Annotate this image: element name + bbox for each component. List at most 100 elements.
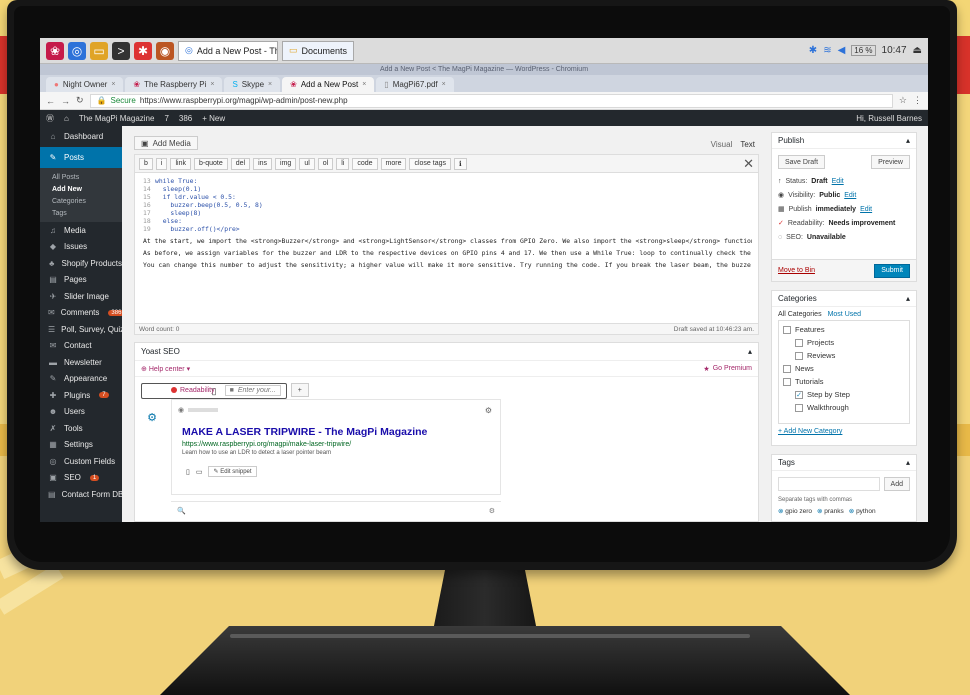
category-item[interactable]: ✓ Step by Step: [783, 388, 905, 401]
yoast-header[interactable]: Yoast SEO ▴: [135, 343, 758, 361]
browser-launcher-icon[interactable]: ◎: [68, 41, 86, 60]
menu-icon[interactable]: ⋮: [913, 95, 922, 106]
text-editor[interactable]: b i link b-quote del ins img ul ol li code more clos…: [134, 154, 759, 324]
sidebar-item-newsletter[interactable]: ▬ Newsletter: [40, 354, 122, 371]
account-greeting[interactable]: Hi, Russell Barnes: [856, 114, 922, 123]
close-icon[interactable]: ✕: [743, 156, 754, 172]
updates-count[interactable]: 7: [164, 114, 168, 123]
quicktag-button[interactable]: ins: [253, 157, 273, 170]
browser-tab-active[interactable]: ❀ Add a New Post ×: [282, 77, 375, 92]
collapse-icon[interactable]: ▴: [906, 136, 910, 145]
tab-readability[interactable]: Readability: [171, 387, 215, 394]
taskbar-task-browser[interactable]: ◎ Add a New Post - Th...: [178, 40, 278, 61]
edit-link[interactable]: Edit: [832, 178, 844, 185]
sidebar-item-slider-image[interactable]: ✈ Slider Image: [40, 288, 122, 305]
category-item[interactable]: Tutorials: [783, 375, 905, 388]
gear-icon[interactable]: ⚙: [144, 409, 160, 425]
tags-header[interactable]: Tags ▴: [772, 455, 916, 471]
sidebar-item-shopify-products[interactable]: ♣ Shopify Products: [40, 255, 122, 272]
new-content-button[interactable]: + New: [202, 114, 225, 123]
tab-visual[interactable]: Visual: [711, 140, 733, 149]
quicktag-button[interactable]: link: [170, 157, 191, 170]
sidebar-item-contact-form-db[interactable]: ▤ Contact Form DB: [40, 486, 122, 503]
add-tag-button[interactable]: Add: [883, 477, 910, 491]
browser-tab[interactable]: ❀ The Raspberry Pi ×: [125, 77, 223, 92]
sidebar-item-posts[interactable]: ✎ Posts: [40, 147, 122, 168]
publish-header[interactable]: Publish ▴: [772, 133, 916, 149]
sidebar-item-plugins[interactable]: ✚ Plugins 7: [40, 387, 122, 404]
quicktag-button[interactable]: code: [352, 157, 378, 170]
categories-header[interactable]: Categories ▴: [772, 291, 916, 307]
sidebar-item-dashboard[interactable]: ⌂ Dashboard: [40, 126, 122, 147]
submenu-add-new[interactable]: Add New: [40, 183, 122, 195]
category-item[interactable]: Projects: [783, 336, 905, 349]
quicktag-button[interactable]: more: [380, 157, 407, 170]
edit-link[interactable]: Edit: [844, 192, 856, 199]
editor-content[interactable]: 13 while True: 14 sleep(0.1) 15 if ldr.valu…: [135, 173, 758, 269]
help-center-button[interactable]: ⊕ Help center ▾: [141, 365, 190, 373]
go-premium-link[interactable]: ★ Go Premium: [703, 365, 752, 373]
close-icon[interactable]: ×: [210, 81, 214, 88]
submit-button[interactable]: Submit: [874, 263, 910, 278]
add-new-category-link[interactable]: + Add New Category: [772, 424, 916, 439]
volume-icon[interactable]: ◀: [838, 45, 846, 56]
sidebar-item-contact[interactable]: ✉ Contact: [40, 338, 122, 355]
wolfram-icon[interactable]: ✱: [134, 41, 152, 60]
close-icon[interactable]: ×: [362, 81, 366, 88]
collapse-icon[interactable]: ▴: [748, 347, 752, 356]
checkbox[interactable]: [795, 338, 803, 347]
quicktag-button[interactable]: img: [275, 157, 297, 170]
close-icon[interactable]: ×: [442, 81, 446, 88]
address-bar[interactable]: 🔒 Secure https://www.raspberrypi.org/mag…: [89, 93, 893, 108]
quicktag-button[interactable]: i: [155, 157, 168, 170]
sidebar-item-issues[interactable]: ◆ Issues: [40, 239, 122, 256]
sidebar-item-media[interactable]: ♫ Media: [40, 222, 122, 239]
category-item[interactable]: Reviews: [783, 349, 905, 362]
quicktag-button[interactable]: b-quote: [193, 157, 228, 170]
category-item[interactable]: News: [783, 362, 905, 375]
taskbar-task-documents[interactable]: ▭ Documents: [282, 40, 355, 61]
quicktag-button[interactable]: close tags: [409, 157, 452, 170]
desktop-preview-icon[interactable]: ▭: [196, 468, 203, 476]
quicktag-button[interactable]: b: [139, 157, 153, 170]
gear-icon[interactable]: ⚙: [489, 507, 495, 515]
sidebar-item-comments[interactable]: ✉ Comments 386: [40, 305, 122, 322]
quicktag-button[interactable]: ol: [317, 157, 334, 170]
edit-snippet-button[interactable]: ✎ Edit snippet: [208, 466, 257, 477]
terminal-icon[interactable]: >: [112, 41, 130, 60]
mobile-preview-icon[interactable]: ▯: [186, 468, 190, 476]
eject-icon[interactable]: ⏏: [913, 45, 922, 56]
edit-link[interactable]: Edit: [860, 206, 872, 213]
checkbox[interactable]: [795, 403, 803, 412]
browser-tab[interactable]: ● Night Owner ×: [46, 77, 124, 92]
checkbox[interactable]: ✓: [795, 390, 803, 399]
wifi-icon[interactable]: ≋: [823, 45, 831, 56]
quicktag-button[interactable]: ul: [299, 157, 315, 170]
sidebar-item-appearance[interactable]: ✎ Appearance: [40, 371, 122, 388]
tab-text[interactable]: Text: [740, 140, 755, 149]
tab-most-used[interactable]: Most Used: [828, 311, 861, 318]
back-icon[interactable]: ←: [46, 96, 55, 106]
math-icon[interactable]: ◉: [156, 41, 174, 60]
sidebar-item-seo[interactable]: ▣ SEO 1: [40, 470, 122, 487]
checkbox[interactable]: [783, 364, 791, 373]
quicktag-button[interactable]: li: [336, 157, 350, 170]
bluetooth-icon[interactable]: ✱: [809, 45, 817, 56]
sidebar-item-poll-survey-quiz-form[interactable]: ☰ Poll, Survey, Quiz & Form: [40, 321, 122, 338]
forward-icon[interactable]: →: [61, 96, 70, 106]
sidebar-item-pages[interactable]: ▤ Pages: [40, 272, 122, 289]
comments-count[interactable]: 386: [179, 114, 192, 123]
submenu-categories[interactable]: Categories: [40, 195, 122, 207]
remove-tag-icon[interactable]: ⊗: [849, 508, 856, 515]
tag-input[interactable]: [778, 477, 880, 491]
add-keyword-button[interactable]: +: [290, 383, 309, 397]
raspberry-menu-icon[interactable]: ❀: [46, 41, 64, 60]
sidebar-item-tools[interactable]: ✗ Tools: [40, 420, 122, 437]
keyword-tab[interactable]: ■ Enter your...: [224, 384, 281, 396]
star-icon[interactable]: ☆: [899, 95, 907, 106]
sidebar-item-users[interactable]: ☻ Users: [40, 404, 122, 421]
checkbox[interactable]: [783, 377, 791, 386]
sidebar-item-settings[interactable]: ▦ Settings: [40, 437, 122, 454]
move-to-bin-link[interactable]: Move to Bin: [778, 267, 815, 274]
reload-icon[interactable]: ↻: [76, 95, 84, 106]
